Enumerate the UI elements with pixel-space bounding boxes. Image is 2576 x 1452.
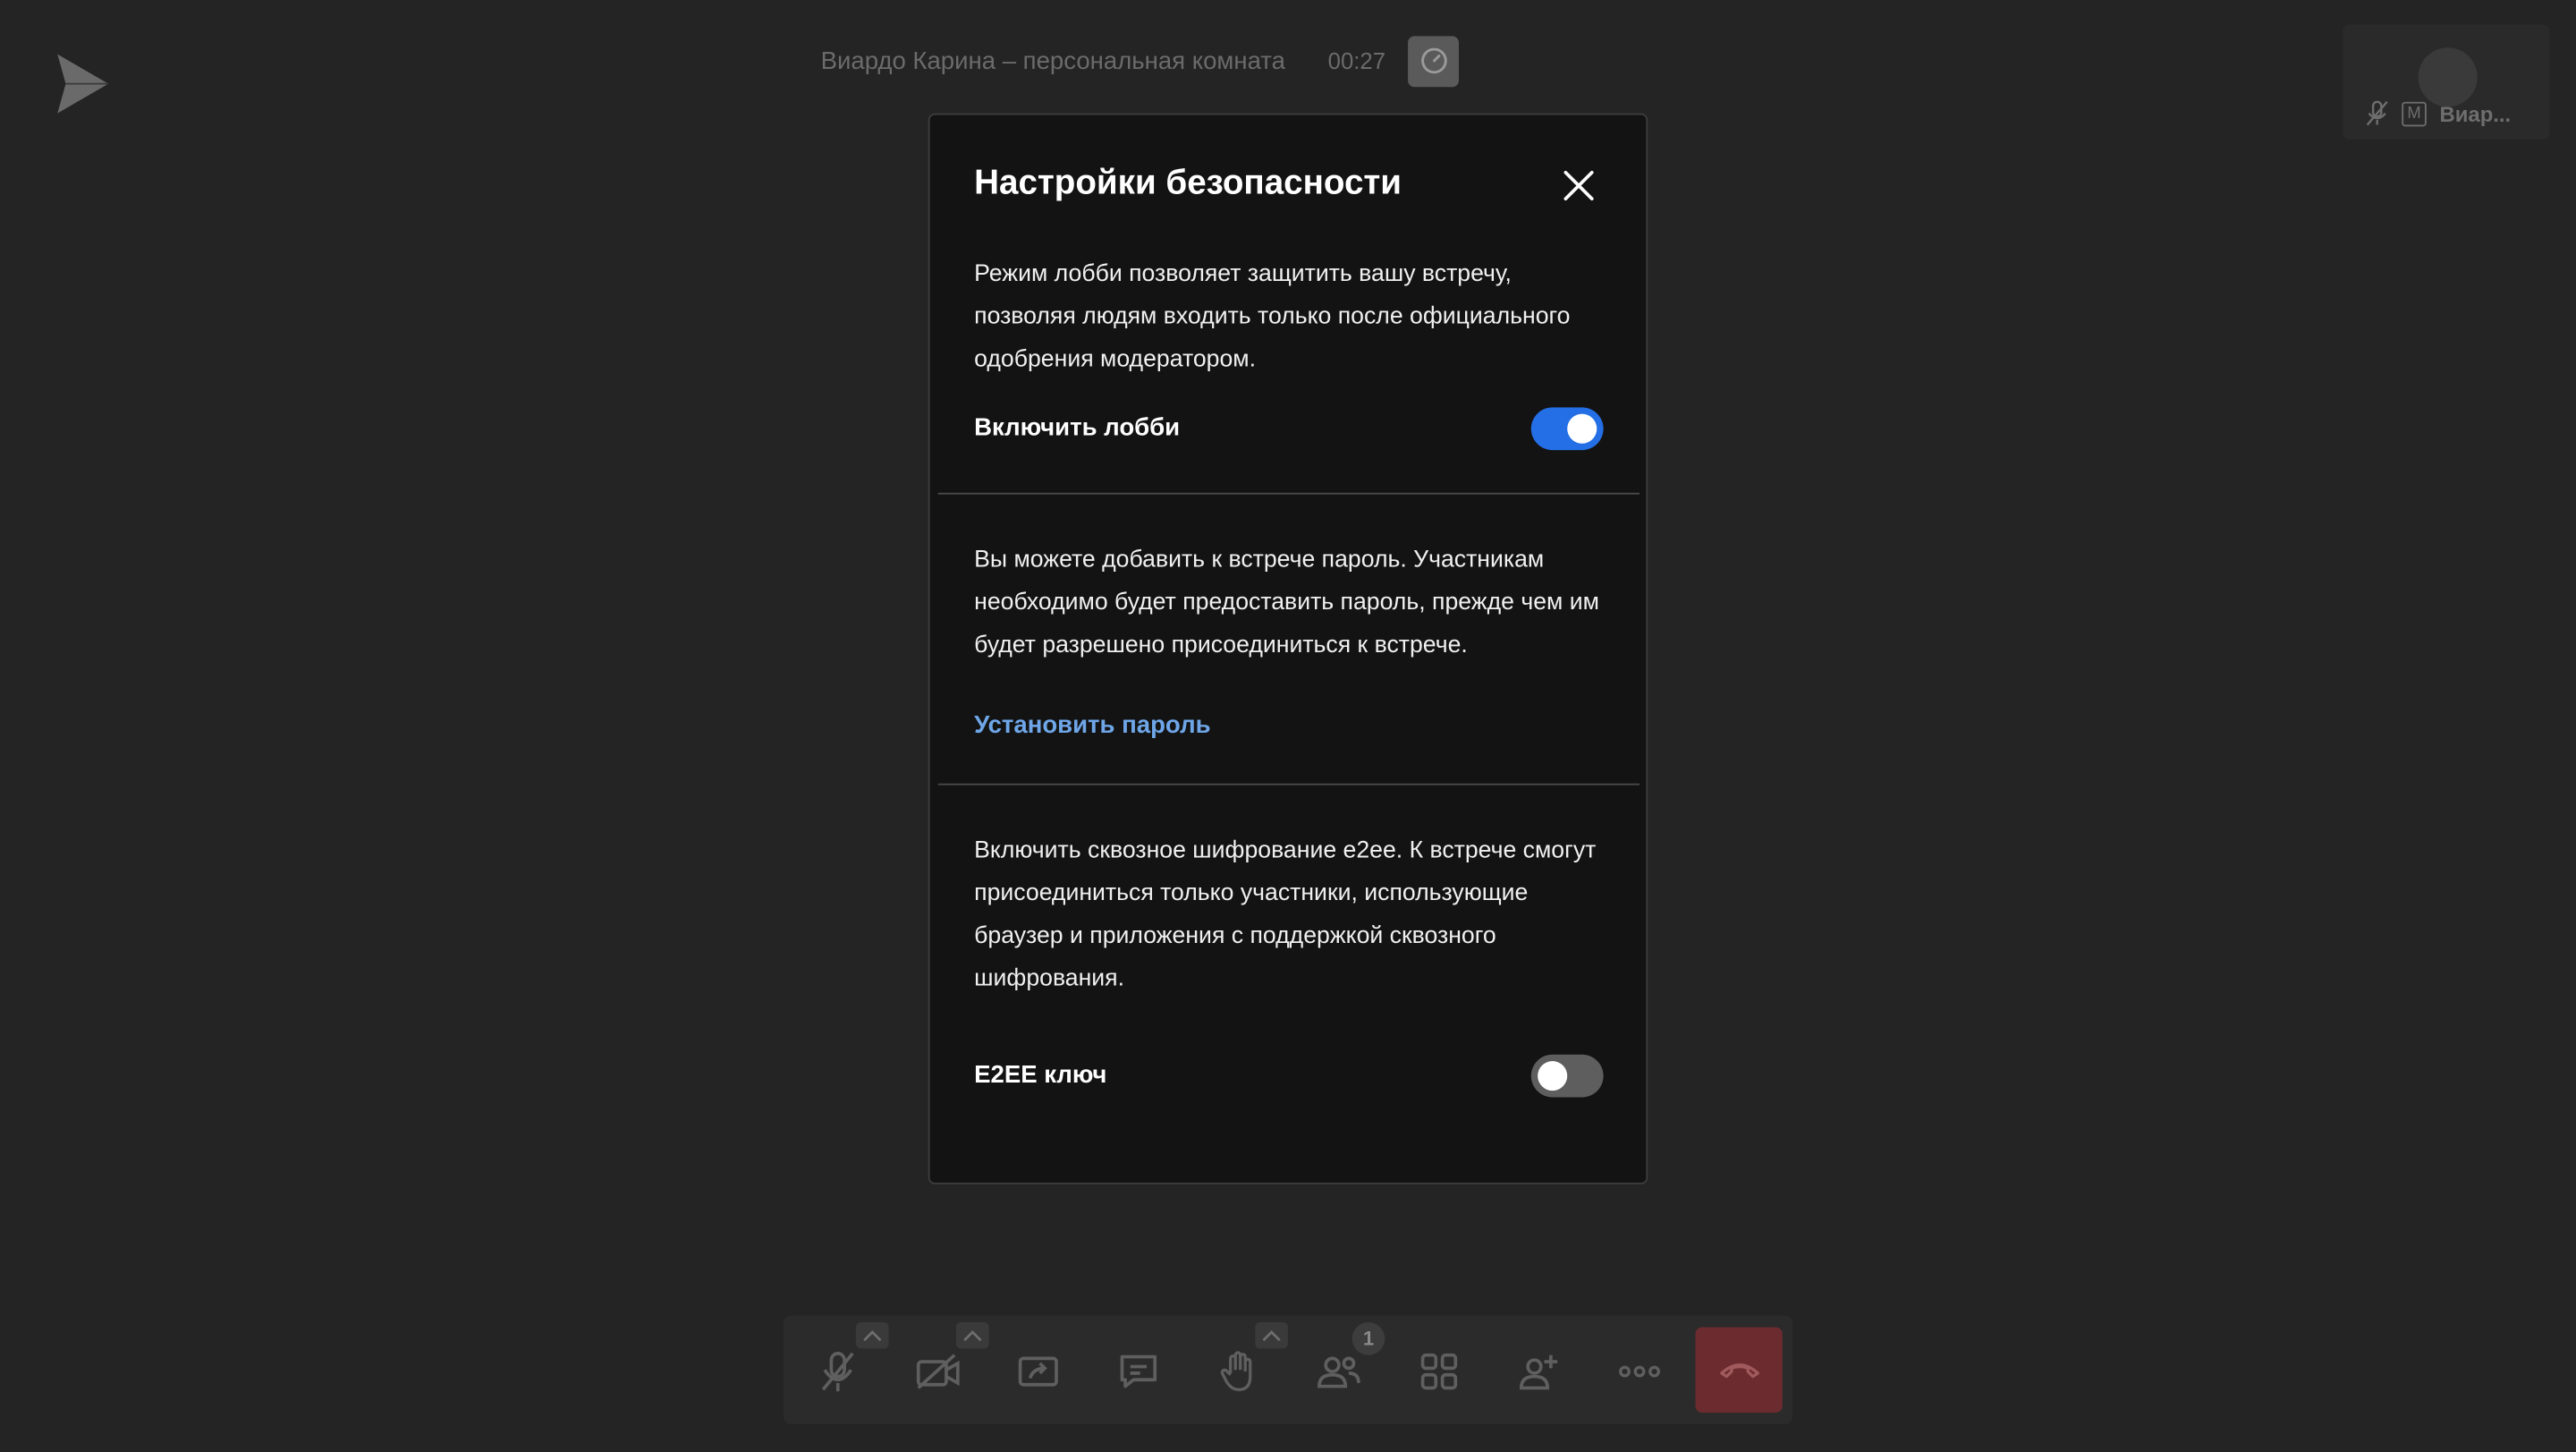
meeting-header: Виардо Карина – персональная комната 00:… [0,35,2576,88]
password-description: Вы можете добавить к встрече пароль. Уча… [974,547,1599,659]
meeting-screen: Виардо Карина – персональная комната 00:… [0,0,2576,1452]
close-icon[interactable] [1561,167,1597,203]
participant-tile[interactable]: M Виар... [2343,24,2550,140]
camera-off-icon [916,1354,960,1389]
set-password-link[interactable]: Установить пароль [974,711,1210,739]
grid-icon [1420,1353,1458,1390]
screen-share-icon [1018,1356,1058,1387]
more-options-button[interactable] [1604,1336,1676,1408]
moderator-badge: M [2402,100,2427,126]
lobby-toggle[interactable] [1530,407,1604,451]
chat-icon [1120,1354,1157,1388]
participants-icon [1318,1356,1360,1388]
toggle-knob [1567,413,1597,444]
room-title: Виардо Карина – персональная комната [820,47,1285,75]
participants-count-badge: 1 [1352,1321,1385,1355]
lobby-description: Режим лобби позволяет защитить вашу встр… [974,260,1571,373]
participant-info-bar: M Виар... [2343,94,2549,133]
invite-button[interactable] [1504,1336,1576,1408]
divider [937,492,1640,495]
meeting-toolbar: 1 [784,1315,1792,1424]
participant-name: Виар... [2439,100,2512,126]
microphone-button[interactable] [801,1336,874,1408]
mic-muted-icon [821,1352,854,1392]
camera-button[interactable] [902,1336,974,1408]
share-screen-button[interactable] [1002,1336,1074,1408]
gauge-icon [1420,47,1447,74]
hand-icon [1220,1351,1252,1391]
lobby-toggle-label: Включить лобби [974,413,1181,442]
e2ee-toggle-label: E2EE ключ [974,1061,1107,1090]
phone-hangup-icon [1719,1363,1759,1379]
dialog-title: Настройки безопасности [974,164,1402,202]
chat-button[interactable] [1102,1336,1174,1408]
mic-muted-icon [2366,100,2388,126]
e2ee-description: Включить сквозное шифрование e2ee. К вст… [974,837,1597,992]
raise-hand-button[interactable] [1202,1336,1275,1408]
meeting-timer: 00:27 [1327,47,1386,74]
more-icon [1619,1365,1660,1378]
hangup-button[interactable] [1695,1327,1783,1413]
toggle-knob [1538,1061,1568,1091]
e2ee-toggle[interactable] [1530,1054,1604,1098]
add-user-icon [1519,1354,1558,1390]
security-settings-dialog: Настройки безопасности Режим лобби позво… [928,113,1648,1185]
tile-view-button[interactable] [1403,1336,1476,1408]
divider [937,783,1640,785]
connection-quality-button[interactable] [1408,35,1460,87]
